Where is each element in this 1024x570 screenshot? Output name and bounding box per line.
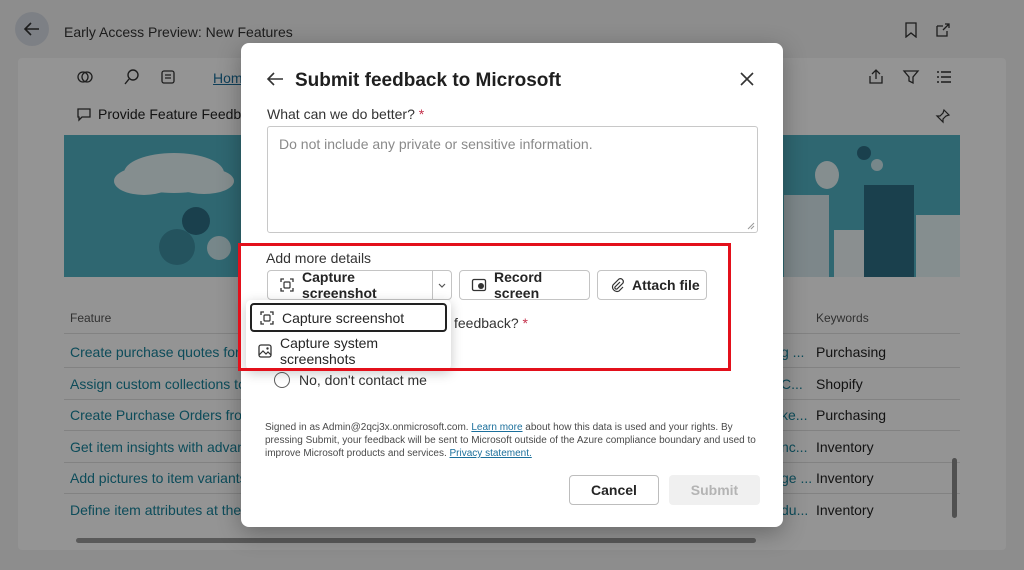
- attach-file-label: Attach file: [632, 277, 700, 293]
- contact-no-label: No, don't contact me: [299, 372, 427, 388]
- cancel-button[interactable]: Cancel: [569, 475, 659, 505]
- question-label: What can we do better? *: [267, 106, 424, 122]
- feedback-dialog: Submit feedback to Microsoft What can we…: [241, 43, 783, 527]
- dialog-title: Submit feedback to Microsoft: [295, 70, 562, 91]
- privacy-statement-link[interactable]: Privacy statement.: [450, 448, 532, 459]
- close-icon[interactable]: [738, 70, 756, 88]
- legal-prefix: Signed in as Admin@2qcj3x.onmicrosoft.co…: [265, 422, 469, 433]
- capture-dropdown-menu: Capture screenshot Capture system screen…: [246, 300, 451, 370]
- add-more-details-label: Add more details: [266, 250, 372, 266]
- paperclip-icon: [609, 277, 625, 293]
- question-text: What can we do better?: [267, 106, 415, 122]
- record-icon: [471, 277, 487, 293]
- chevron-down-icon: [438, 283, 446, 288]
- menu-item-label: Capture screenshot: [282, 309, 405, 326]
- menu-item-capture-screenshot[interactable]: Capture screenshot: [250, 303, 447, 332]
- resize-grip-icon[interactable]: [747, 222, 755, 230]
- dialog-back-icon[interactable]: [265, 69, 285, 89]
- capture-screenshot-label: Capture screenshot: [302, 269, 377, 301]
- textarea-placeholder: Do not include any private or sensitive …: [279, 136, 593, 152]
- attach-file-button[interactable]: Attach file: [597, 270, 707, 300]
- record-screen-button[interactable]: Record screen: [459, 269, 590, 301]
- image-icon: [257, 343, 273, 359]
- contact-question-text: feedback?: [454, 315, 519, 331]
- capture-icon: [279, 277, 295, 293]
- record-screen-label: Record screen: [494, 269, 543, 301]
- radio-button[interactable]: [274, 372, 290, 388]
- feedback-textarea[interactable]: Do not include any private or sensitive …: [267, 126, 758, 233]
- submit-button[interactable]: Submit: [669, 475, 760, 505]
- required-marker: *: [418, 106, 425, 122]
- menu-item-capture-system-screenshots[interactable]: Capture system screenshots: [250, 334, 447, 367]
- contact-question: feedback? *: [454, 315, 528, 331]
- split-dropdown-toggle[interactable]: [433, 280, 451, 290]
- required-marker: *: [522, 315, 528, 331]
- legal-notice: Signed in as Admin@2qcj3x.onmicrosoft.co…: [265, 421, 759, 460]
- capture-screenshot-split-button[interactable]: Capture screenshot: [267, 269, 452, 301]
- capture-icon: [259, 310, 275, 326]
- contact-no-option[interactable]: No, don't contact me: [274, 372, 427, 388]
- menu-item-label: Capture system screenshots: [280, 334, 379, 367]
- learn-more-link[interactable]: Learn more: [471, 422, 522, 433]
